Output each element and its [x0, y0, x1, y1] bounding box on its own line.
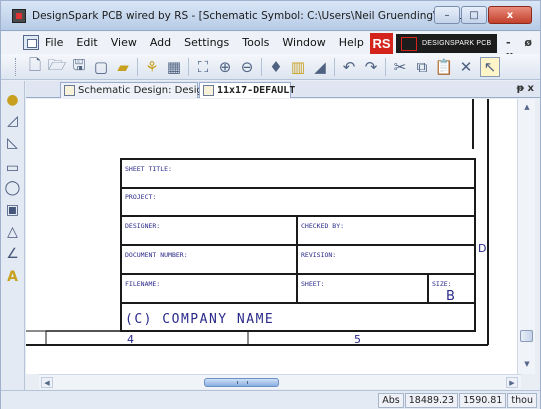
designer-label: DESIGNER: — [125, 222, 160, 230]
maximize-button[interactable]: □ — [461, 6, 487, 24]
corner-tool-icon[interactable]: ◺ — [4, 134, 21, 151]
symbol-icon — [203, 85, 214, 96]
app-icon[interactable] — [12, 9, 26, 23]
circle-tool-icon[interactable]: ● — [4, 91, 21, 108]
coordinate-mode: Abs — [378, 393, 404, 408]
menu-add[interactable]: Add — [150, 36, 171, 49]
menu-help[interactable]: Help — [339, 36, 364, 49]
sheet-label: SHEET: — [301, 280, 324, 288]
filename-label: FILENAME: — [125, 280, 160, 288]
toolbar-separator — [188, 58, 189, 76]
size-label: SIZE: — [432, 280, 452, 288]
tab-11x17-default[interactable]: 11x17-DEFAULT — [199, 82, 295, 98]
project-label: PROJECT: — [125, 193, 156, 201]
drawing-canvas[interactable]: SHEET TITLE: PROJECT: DESIGNER: CHECKED … — [26, 99, 517, 374]
checked-by-label: CHECKED BY: — [301, 222, 344, 230]
copy-icon[interactable]: ⧉ — [412, 57, 432, 77]
menu-bar: File Edit View Add Settings Tools Window… — [1, 32, 540, 62]
zoom-out-icon[interactable]: ⊖ — [237, 57, 257, 77]
design-icon[interactable]: ▰ — [113, 57, 133, 77]
rectangle-tool-icon[interactable]: ▭ — [4, 159, 21, 176]
wire-icon[interactable]: ✂ — [390, 57, 410, 77]
pin-close-controls[interactable]: ᵽ x — [517, 83, 534, 94]
units: thou — [507, 393, 537, 408]
document-tab-strip: Schematic Design: Design1 11x17-DEFAULT … — [26, 81, 540, 98]
menu-file[interactable]: File — [45, 36, 63, 49]
schematic-icon — [64, 85, 75, 96]
title-block-drawing: SHEET TITLE: PROJECT: DESIGNER: CHECKED … — [26, 99, 489, 346]
rs-logo: RS — [370, 33, 393, 54]
window-controls: – □ x — [433, 6, 532, 24]
line-tool-icon[interactable]: ◿ — [4, 112, 21, 129]
fit-icon[interactable]: ⛶ — [193, 57, 213, 77]
new-document-icon[interactable]: 🗋 — [25, 56, 45, 77]
ellipse-tool-icon[interactable]: ◯ — [4, 179, 21, 196]
bars-icon[interactable]: ▥ — [288, 57, 308, 77]
undo-icon[interactable]: ↶ — [339, 57, 359, 77]
coordinate-readout: Abs 18489.23 1590.81 thou — [377, 393, 537, 408]
x-coordinate: 18489.23 — [404, 393, 459, 408]
scroll-up-icon[interactable]: ▲ — [521, 101, 533, 113]
designspark-logo: DESIGNSPARK PCB — [396, 34, 497, 53]
vertical-scroll-thumb[interactable] — [520, 330, 533, 342]
zone-column-4: 4 — [127, 333, 134, 346]
paste-icon[interactable]: 📋 — [434, 57, 454, 77]
sheet-title-label: SHEET TITLE: — [125, 165, 172, 173]
toolbar-separator — [334, 58, 335, 76]
paint-icon[interactable]: ♦ — [266, 57, 286, 77]
menu-items: File Edit View Add Settings Tools Window… — [45, 36, 377, 49]
tab-schematic-design[interactable]: Schematic Design: Design1 — [60, 82, 216, 98]
select-icon[interactable]: ↖ — [480, 57, 500, 77]
menu-edit[interactable]: Edit — [76, 36, 97, 49]
open-folder-icon[interactable]: 🗁 — [47, 56, 67, 77]
menu-view[interactable]: View — [111, 36, 137, 49]
drawing-tool-palette: ● ◿ ◺ ▭ ◯ ▣ △ ∠ A — [1, 81, 25, 409]
window-title: DesignSpark PCB wired by RS - [Schematic… — [32, 10, 472, 22]
company-name: (C) COMPANY NAME — [125, 312, 274, 327]
tab-label: Schematic Design: Design1 — [78, 85, 216, 96]
document-number-label: DOCUMENT NUMBER: — [125, 251, 188, 259]
document-icon[interactable] — [23, 35, 39, 50]
y-coordinate: 1590.81 — [459, 393, 507, 408]
app-window: DesignSpark PCB wired by RS - [Schematic… — [0, 0, 541, 409]
chart-icon[interactable]: ◢ — [310, 57, 330, 77]
size-value: B — [446, 289, 455, 304]
delete-icon[interactable]: ✕ — [456, 57, 476, 77]
toolbar-separator — [261, 58, 262, 76]
zone-column-5: 5 — [354, 333, 361, 346]
triangle-tool-icon[interactable]: △ — [4, 223, 21, 240]
text-tool-icon[interactable]: A — [4, 268, 21, 285]
status-bar: Abs 18489.23 1590.81 thou — [1, 390, 540, 409]
tab-label: 11x17-DEFAULT — [217, 85, 296, 96]
grid-icon[interactable]: ▦ — [164, 57, 184, 77]
scroll-down-icon[interactable]: ▼ — [521, 358, 533, 370]
toolbar-separator — [137, 58, 138, 76]
main-toolbar: 🗋 🗁 🖫 ▢ ▰ ⚘ ▦ ⛶ ⊕ ⊖ ♦ ▥ ◢ ↶ ↷ ✂ ⧉ 📋 ✕ ↖ — [1, 54, 540, 80]
menu-settings[interactable]: Settings — [184, 36, 229, 49]
box-tool-icon[interactable]: ▣ — [4, 201, 21, 218]
revision-label: REVISION: — [301, 251, 336, 259]
open-icon[interactable]: ▢ — [91, 57, 111, 77]
hierarchy-icon[interactable]: ⚘ — [142, 57, 162, 77]
toolbar-separator — [385, 58, 386, 76]
scroll-right-icon[interactable]: ▶ — [506, 377, 518, 388]
horizontal-scroll-thumb[interactable] — [204, 378, 279, 387]
scroll-left-icon[interactable]: ◀ — [41, 377, 53, 388]
vertical-scrollbar[interactable]: ▲ ▼ — [517, 99, 535, 374]
zone-row-label: D — [478, 242, 486, 255]
angle-tool-icon[interactable]: ∠ — [4, 245, 21, 262]
close-button[interactable]: x — [488, 6, 532, 24]
zoom-in-icon[interactable]: ⊕ — [215, 57, 235, 77]
menu-tools[interactable]: Tools — [242, 36, 269, 49]
title-bar[interactable]: DesignSpark PCB wired by RS - [Schematic… — [1, 1, 540, 31]
redo-icon[interactable]: ↷ — [361, 57, 381, 77]
save-icon[interactable]: 🖫 — [69, 56, 89, 77]
horizontal-scrollbar[interactable]: ◀ ▶ — [39, 374, 521, 389]
minimize-button[interactable]: – — [434, 6, 460, 24]
toolbar-grip[interactable] — [15, 58, 18, 76]
menu-window[interactable]: Window — [282, 36, 325, 49]
